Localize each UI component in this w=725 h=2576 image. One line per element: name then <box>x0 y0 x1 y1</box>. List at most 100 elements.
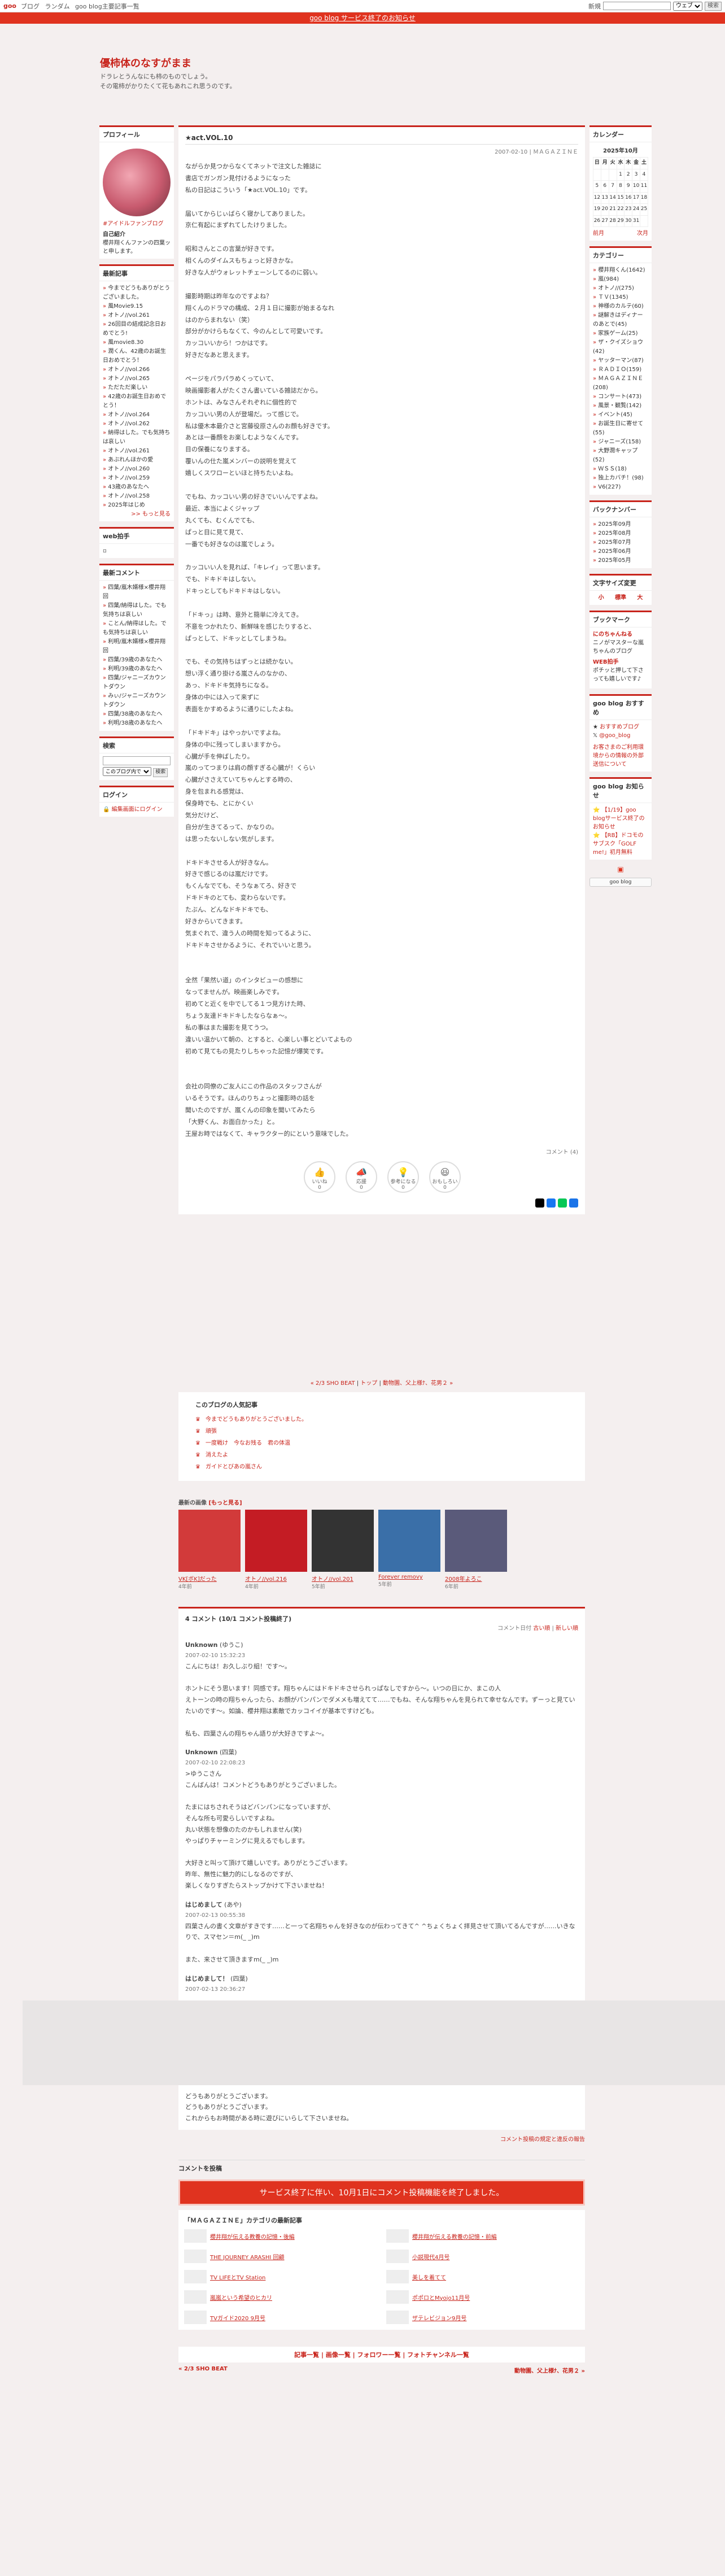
blog-search-button[interactable]: 検索 <box>153 768 168 777</box>
archive-item[interactable]: 2025年05月 <box>593 556 648 565</box>
calendar-day[interactable]: 1 <box>616 168 625 181</box>
topbar-link-index[interactable]: goo blog主要記事一覧 <box>75 3 139 10</box>
recent-post-item[interactable]: ただただ楽しい <box>103 383 171 393</box>
category-item[interactable]: 家族ゲーム(25) <box>593 329 648 338</box>
font-normal[interactable]: 標準 <box>615 594 626 602</box>
recent-comment-item[interactable]: 四葉/納得はした。でも気持ちは哀しい <box>103 601 171 620</box>
calendar-day[interactable]: 30 <box>624 215 633 227</box>
recent-post-item[interactable]: 納得はした。でも気持ちは哀しい <box>103 429 171 447</box>
article-title[interactable]: ★act.VOL.10 <box>185 134 578 145</box>
calendar-day[interactable]: 4 <box>640 168 648 181</box>
recent-post-item[interactable]: オトノ//vol.260 <box>103 465 171 474</box>
recent-posts-more[interactable]: >> もっと見る <box>131 511 171 517</box>
category-item[interactable]: 謎解きはディナーのあとで(45) <box>593 311 648 329</box>
recent-post-item[interactable]: オトノ//vol.262 <box>103 420 171 429</box>
calendar-day[interactable] <box>608 168 617 181</box>
calendar-day[interactable]: 8 <box>616 180 625 193</box>
recent-comment-item[interactable]: 四葉/39歳のあなたへ <box>103 656 171 665</box>
category-latest-item[interactable]: 美しを着てて <box>386 2270 579 2283</box>
recent-comment-item[interactable]: 四葉/嵐木婿様×櫻井翔回 <box>103 583 171 601</box>
calendar-day[interactable] <box>640 215 648 227</box>
image-thumbnail[interactable]: オトノ//vol.201 5年前 <box>312 1509 374 1590</box>
calendar-day[interactable]: 22 <box>616 203 625 216</box>
profile-tag-link[interactable]: #アイドルファンブログ <box>103 221 164 227</box>
topbar-link-random[interactable]: ランダム <box>45 3 70 10</box>
calendar-next[interactable]: 次月 <box>637 229 648 238</box>
thumbnail-caption[interactable]: 2008年よろこ <box>445 1574 507 1583</box>
category-latest-item[interactable]: TV LIFEとTV Station <box>184 2270 377 2283</box>
calendar-day[interactable]: 20 <box>600 203 609 216</box>
next-article-link[interactable]: 動物園、父上様ﾅ、花男２ » <box>383 1380 453 1387</box>
search-type-select[interactable]: ウェブ <box>673 1 702 11</box>
category-latest-item[interactable]: 櫻井翔が伝える教養の記憶・前編 <box>386 2229 579 2243</box>
category-item[interactable]: オトノ//(275) <box>593 284 648 293</box>
login-link[interactable]: 編集画面にログイン <box>112 807 163 813</box>
calendar-prev[interactable]: 前月 <box>593 229 604 238</box>
popular-item-title[interactable]: ガイドとびあの嵐さん <box>206 1464 262 1470</box>
recent-post-item[interactable]: 43歳のあなたへ <box>103 483 171 492</box>
recent-comment-item[interactable]: 利明/嵐木婿様×櫻井翔回 <box>103 638 171 656</box>
calendar-day[interactable]: 16 <box>624 191 633 204</box>
recommend-blog-link[interactable]: おすすめブログ <box>600 724 639 730</box>
recent-post-item[interactable]: 風movie8.30 <box>103 338 171 347</box>
archive-item[interactable]: 2025年09月 <box>593 520 648 529</box>
news-link-1[interactable]: 【1/19】goo blogサービス終了のお知らせ <box>593 807 645 830</box>
x-share-icon[interactable] <box>535 1198 544 1208</box>
recent-post-item[interactable]: 風Movie9.15 <box>103 302 171 311</box>
recent-post-item[interactable]: オトノ//vol.261 <box>103 447 171 456</box>
image-thumbnail[interactable]: Forever removy 5年前 <box>378 1509 440 1590</box>
recent-post-item[interactable]: オトノ//vol.266 <box>103 365 171 374</box>
calendar-day[interactable]: 10 <box>632 180 641 193</box>
footer-links[interactable]: 記事一覧 | 画像一覧 | フォロワー一覧 | フォトチャンネル一覧 <box>178 2347 585 2363</box>
web-clap-image-icon[interactable]: ▫ <box>103 548 107 554</box>
recent-post-item[interactable]: 42歳のお誕生日おめでとう！ <box>103 393 171 411</box>
image-thumbnail[interactable]: VK[ボK]だった 4年前 <box>178 1509 241 1590</box>
image-thumbnail[interactable]: オトノ//vol.216 4年前 <box>245 1509 307 1590</box>
category-item[interactable]: ヤッターマン(87) <box>593 356 648 365</box>
thumbnail-caption[interactable]: オトノ//vol.201 <box>312 1574 374 1583</box>
blog-title[interactable]: 優柿体のなすがまま <box>100 55 625 70</box>
sort-old-link[interactable]: 古い順 <box>533 1625 550 1632</box>
category-latest-item[interactable]: ザテレビジョン9月号 <box>386 2311 579 2324</box>
recent-post-item[interactable]: 今までどうもありがとうございました。 <box>103 284 171 302</box>
font-large[interactable]: 大 <box>637 594 643 602</box>
category-item[interactable]: 大野潤キャップ(52) <box>593 447 648 465</box>
calendar-day[interactable]: 17 <box>632 191 641 204</box>
calendar-day[interactable]: 15 <box>616 191 625 204</box>
calendar-day[interactable] <box>593 168 601 181</box>
recent-images-more[interactable]: [もっと見る] <box>208 1500 242 1506</box>
calendar-day[interactable]: 7 <box>608 180 617 193</box>
calendar-day[interactable]: 29 <box>616 215 625 227</box>
recent-comment-item[interactable]: ことん/納得はした。でも気持ちは哀しい <box>103 620 171 638</box>
recent-comment-item[interactable]: 四葉/ジャニーズカウントダウン <box>103 674 171 692</box>
calendar-day[interactable]: 26 <box>593 215 601 227</box>
category-item[interactable]: ジャニーズ(158) <box>593 438 648 447</box>
calendar-day[interactable]: 18 <box>640 191 648 204</box>
bookmark-link[interactable]: にのちゃんねる <box>593 631 632 638</box>
calendar-day[interactable]: 31 <box>632 215 641 227</box>
news-link-2[interactable]: 【RB】ドコモのサブスク「GOLF me!」初月無料 <box>593 832 643 856</box>
calendar-day[interactable]: 24 <box>632 203 641 216</box>
category-item[interactable]: ザ・クイズショウ(42) <box>593 338 648 356</box>
category-latest-item[interactable]: 嵐嵐という希望のヒカリ <box>184 2290 377 2304</box>
thumbnail-image[interactable] <box>178 1509 241 1572</box>
reaction-button[interactable]: 😆 おもしろい 0 <box>429 1161 461 1193</box>
category-item[interactable]: 櫻井翔くん(1642) <box>593 266 648 275</box>
search-scope-select[interactable]: このブログ内で <box>103 767 151 776</box>
recent-post-item[interactable]: オトノ//vol.259 <box>103 474 171 483</box>
calendar-day[interactable]: 21 <box>608 203 617 216</box>
calendar-day[interactable]: 9 <box>624 180 633 193</box>
recent-post-item[interactable]: オトノ//vol.258 <box>103 492 171 501</box>
popular-item-title[interactable]: 頑張 <box>206 1428 217 1435</box>
footer-next-link[interactable]: 動物園、父上様ﾅ、花男２ » <box>514 2366 585 2374</box>
new-link[interactable]: 新規 <box>588 2 601 11</box>
recent-comment-item[interactable]: 四葉/38歳のあなたへ <box>103 710 171 719</box>
calendar-day[interactable]: 23 <box>624 203 633 216</box>
reaction-button[interactable]: 👍 いいね 0 <box>304 1161 335 1193</box>
popular-item[interactable]: ♛ ガイドとびあの嵐さん <box>195 1461 568 1473</box>
calendar-day[interactable]: 13 <box>600 191 609 204</box>
sort-new-link[interactable]: 新しい順 <box>556 1625 578 1632</box>
calendar-day[interactable]: 5 <box>593 180 601 193</box>
comment-count-link[interactable]: コメント (4) <box>185 1147 578 1156</box>
category-item[interactable]: ＷＳＳ(18) <box>593 465 648 474</box>
